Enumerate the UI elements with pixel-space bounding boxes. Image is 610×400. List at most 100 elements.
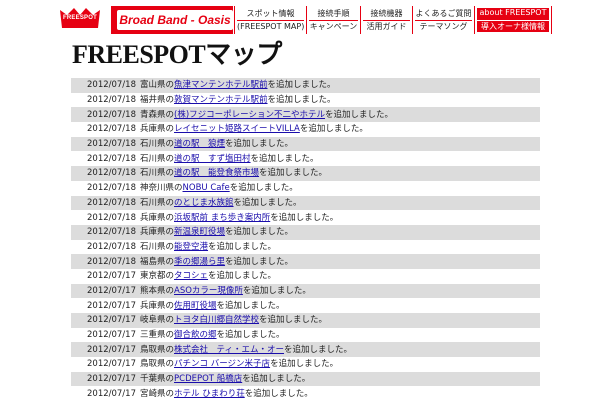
update-row: 2012/07/18 兵庫県のレイセニット姫路スイートVILLAを追加しました。	[71, 122, 540, 137]
nav-devices[interactable]: 接続機器 活用ガイド	[360, 6, 412, 34]
nav-label[interactable]: (FREESPOT MAP)	[237, 21, 304, 32]
update-row: 2012/07/17 鳥取県の株式会社 ティ・エム・オーを追加しました。	[71, 342, 540, 358]
spot-link[interactable]: ASOカラー現像所	[174, 286, 243, 296]
spot-link[interactable]: 佐用町役場	[174, 301, 217, 311]
row-prefecture: 千葉県の	[140, 374, 175, 385]
row-suffix: を追加しました。	[242, 285, 311, 296]
nav-label[interactable]: キャンペーン	[309, 21, 358, 32]
row-suffix: を追加しました。	[208, 241, 277, 252]
nav-label[interactable]: about FREESPOT	[477, 8, 549, 20]
spot-link[interactable]: タコシェ	[174, 271, 208, 281]
spot-link[interactable]: 魚津マンテンホテル駅前	[174, 80, 268, 90]
update-row: 2012/07/17 兵庫県の佐用町役場を追加しました。	[71, 298, 540, 313]
row-message: 兵庫県の新温泉町役場を追加しました。	[140, 224, 540, 240]
row-prefecture: 石川県の	[140, 153, 175, 164]
nav-label[interactable]: 導入オーナ様情報	[477, 20, 549, 32]
spot-link[interactable]: 道の駅 能登食祭市場	[174, 168, 259, 178]
row-suffix: を追加しました。	[225, 139, 294, 150]
spot-link[interactable]: 御合飲の郷	[174, 330, 217, 340]
row-prefecture: 三重県の	[140, 330, 175, 341]
row-date: 2012/07/18	[71, 239, 140, 255]
row-message: 石川県の道の駅 狼煙を追加しました。	[140, 136, 540, 152]
nav-about[interactable]: about FREESPOT 導入オーナ様情報	[474, 6, 552, 34]
spot-link[interactable]: (株)フジコーポレーション不二やホテル	[174, 110, 325, 120]
row-message: 福島県の季の郷湯ら里を追加しました。	[140, 254, 540, 269]
row-prefecture: 宮崎県の	[140, 388, 175, 399]
row-suffix: を追加しました。	[270, 359, 339, 370]
update-row: 2012/07/17 熊本県のASOカラー現像所を追加しました。	[71, 283, 540, 299]
row-date: 2012/07/18	[71, 195, 140, 211]
row-date: 2012/07/18	[71, 254, 140, 269]
spot-link[interactable]: 新温泉町役場	[174, 227, 225, 237]
spot-link[interactable]: のとじま水族館	[174, 198, 234, 208]
row-prefecture: 鳥取県の	[140, 344, 175, 355]
row-message: 石川県の能登空港を追加しました。	[140, 239, 540, 255]
row-suffix: を追加しました。	[259, 168, 328, 179]
row-date: 2012/07/18	[71, 78, 140, 93]
nav-faq[interactable]: よくあるご質問 テーマソング	[412, 6, 474, 34]
brand-title[interactable]: Broad Band - Oasis	[117, 10, 233, 30]
spot-link[interactable]: レイセニット姫路スイートVILLA	[174, 124, 300, 134]
row-message: 石川県の道の駅 能登食祭市場を追加しました。	[140, 166, 540, 181]
row-prefecture: 兵庫県の	[140, 212, 175, 223]
row-prefecture: 熊本県の	[140, 285, 175, 296]
update-row: 2012/07/18 石川県の能登空港を追加しました。	[71, 239, 540, 255]
update-row: 2012/07/18 神奈川県のNOBU Cafeを追加しました。	[71, 180, 540, 196]
nav-spot-info[interactable]: スポット情報 (FREESPOT MAP)	[234, 6, 306, 34]
row-suffix: を追加しました。	[267, 80, 336, 91]
spot-link[interactable]: ホテル ひまわり荘	[174, 389, 245, 399]
row-date: 2012/07/18	[71, 210, 140, 225]
row-message: 石川県の道の駅 すず塩田村を追加しました。	[140, 151, 540, 167]
row-suffix: を追加しました。	[208, 271, 277, 282]
nav-label[interactable]: 接続機器	[363, 9, 410, 21]
row-date: 2012/07/17	[71, 313, 140, 328]
nav-label[interactable]: テーマソング	[415, 21, 472, 32]
spot-link[interactable]: 敦賀マンテンホテル駅前	[174, 95, 268, 105]
row-prefecture: 鳥取県の	[140, 359, 175, 370]
nav-connect[interactable]: 接続手順 キャンペーン	[306, 6, 360, 34]
spot-link[interactable]: 能登空港	[174, 242, 208, 252]
nav-label[interactable]: よくあるご質問	[415, 9, 472, 21]
row-date: 2012/07/17	[71, 357, 140, 372]
spot-link[interactable]: 浜坂駅前 まち歩き案内所	[174, 213, 270, 223]
row-message: 熊本県のASOカラー現像所を追加しました。	[140, 283, 540, 299]
update-row: 2012/07/18 福島県の季の郷湯ら里を追加しました。	[71, 254, 540, 269]
update-row: 2012/07/18 石川県の道の駅 すず塩田村を追加しました。	[71, 151, 540, 167]
row-message: 兵庫県のレイセニット姫路スイートVILLAを追加しました。	[140, 122, 540, 137]
row-date: 2012/07/18	[71, 107, 140, 123]
spot-link[interactable]: NOBU Cafe	[183, 183, 230, 193]
row-prefecture: 石川県の	[140, 197, 175, 208]
row-prefecture: 東京都の	[140, 271, 175, 282]
page-title: FREESPOTマップ	[72, 40, 282, 69]
row-suffix: を追加しました。	[250, 153, 319, 164]
row-prefecture: 石川県の	[140, 241, 175, 252]
spot-link[interactable]: PCDEPOT 船橋店	[174, 374, 242, 384]
site-header: FREESPOT Broad Band - Oasis スポット情報 (FREE…	[0, 0, 610, 36]
update-row: 2012/07/17 鳥取県のパチンコ バージン米子店を追加しました。	[71, 357, 540, 372]
row-suffix: を追加しました。	[267, 95, 336, 106]
row-suffix: を追加しました。	[299, 124, 368, 135]
spot-link[interactable]: 株式会社 ティ・エム・オー	[174, 345, 284, 355]
update-row: 2012/07/17 東京都のタコシェを追加しました。	[71, 268, 540, 284]
row-suffix: を追加しました。	[244, 388, 313, 399]
row-date: 2012/07/17	[71, 298, 140, 313]
nav-label[interactable]: スポット情報	[237, 9, 304, 21]
spot-link[interactable]: 道の駅 すず塩田村	[174, 154, 251, 164]
nav-label[interactable]: 活用ガイド	[363, 21, 410, 32]
row-suffix: を追加しました。	[242, 374, 311, 385]
row-date: 2012/07/18	[71, 136, 140, 152]
logo-text: FREESPOT	[63, 15, 97, 21]
spot-link[interactable]: トヨタ白川郷自然学校	[174, 315, 259, 325]
row-message: 石川県ののとじま水族館を追加しました。	[140, 195, 540, 211]
spot-link[interactable]: 季の郷湯ら里	[174, 257, 225, 267]
update-list: 2012/07/18 富山県の魚津マンテンホテル駅前を追加しました。 2012/07…	[71, 78, 540, 400]
update-row: 2012/07/17 三重県の御合飲の郷を追加しました。	[71, 327, 540, 343]
row-suffix: を追加しました。	[259, 315, 328, 326]
spot-link[interactable]: 道の駅 狼煙	[174, 139, 225, 149]
row-message: 鳥取県のパチンコ バージン米子店を追加しました。	[140, 357, 540, 372]
update-row: 2012/07/18 石川県の道の駅 狼煙を追加しました。	[71, 136, 540, 152]
row-date: 2012/07/18	[71, 92, 140, 108]
nav-label[interactable]: 接続手順	[309, 9, 358, 21]
row-message: 兵庫県の佐用町役場を追加しました。	[140, 298, 540, 313]
spot-link[interactable]: パチンコ バージン米子店	[174, 359, 270, 369]
